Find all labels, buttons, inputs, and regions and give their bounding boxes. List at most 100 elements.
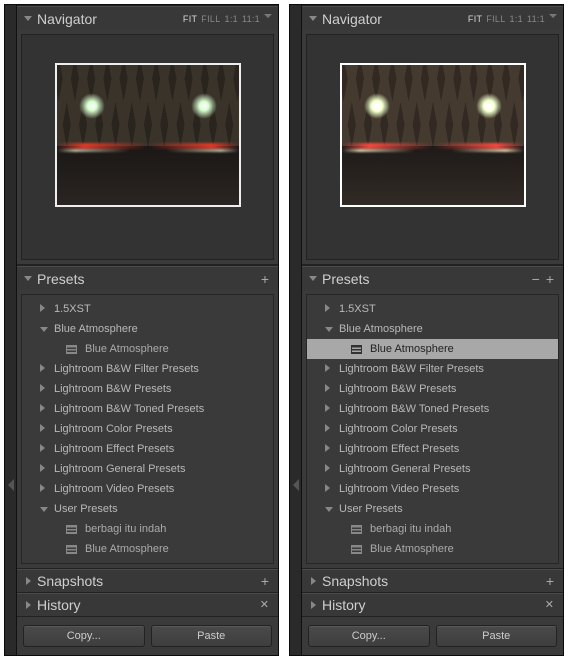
folder-label: Blue Atmosphere bbox=[335, 323, 423, 335]
chevron-down-icon[interactable] bbox=[264, 14, 272, 18]
folder-label: Lightroom Color Presets bbox=[335, 423, 458, 435]
preset-item[interactable]: Blue Atmosphere bbox=[307, 339, 558, 359]
chevron-right-icon bbox=[325, 484, 335, 494]
preset-folder[interactable]: Lightroom Video Presets bbox=[307, 479, 558, 499]
disclosure-icon bbox=[23, 276, 33, 281]
preset-folder[interactable]: Lightroom B&W Presets bbox=[307, 379, 558, 399]
folder-label: Lightroom Effect Presets bbox=[335, 443, 459, 455]
navigator-preview[interactable] bbox=[21, 34, 274, 260]
disclosure-icon bbox=[23, 577, 33, 585]
chevron-right-icon bbox=[325, 464, 335, 474]
side-rail[interactable] bbox=[290, 5, 302, 655]
preset-label: Blue Atmosphere bbox=[370, 543, 454, 555]
presets-header[interactable]: Presets + bbox=[17, 266, 278, 290]
preset-icon bbox=[66, 345, 77, 354]
preview-thumbnail bbox=[55, 63, 241, 207]
folder-label: Lightroom B&W Presets bbox=[50, 383, 171, 395]
presets-header[interactable]: Presets −+ bbox=[302, 266, 563, 290]
chevron-down-icon[interactable] bbox=[549, 14, 557, 18]
disclosure-icon bbox=[23, 601, 33, 609]
preset-folder[interactable]: Lightroom General Presets bbox=[307, 459, 558, 479]
snapshots-header[interactable]: Snapshots + bbox=[302, 569, 563, 593]
remove-preset-button[interactable]: − bbox=[529, 272, 543, 286]
preset-folder[interactable]: Lightroom Video Presets bbox=[22, 479, 273, 499]
expand-icon bbox=[293, 479, 299, 491]
side-rail[interactable] bbox=[5, 5, 17, 655]
preset-label: Blue Atmosphere bbox=[370, 343, 454, 355]
zoom-mode-11-1[interactable]: 11:1 bbox=[527, 14, 545, 24]
zoom-mode-1-1[interactable]: 1:1 bbox=[225, 14, 238, 24]
history-header[interactable]: History ✕ bbox=[17, 593, 278, 617]
zoom-mode-11-1[interactable]: 11:1 bbox=[242, 14, 260, 24]
navigator-header[interactable]: Navigator FITFILL1:111:1 bbox=[17, 6, 278, 30]
zoom-mode-1-1[interactable]: 1:1 bbox=[510, 14, 523, 24]
paste-button[interactable]: Paste bbox=[151, 625, 273, 647]
disclosure-icon bbox=[308, 276, 318, 281]
preset-folder[interactable]: User Presets bbox=[307, 499, 558, 519]
preset-folder[interactable]: Lightroom Effect Presets bbox=[307, 439, 558, 459]
preset-folder[interactable]: Lightroom Effect Presets bbox=[22, 439, 273, 459]
history-header[interactable]: History ✕ bbox=[302, 593, 563, 617]
chevron-right-icon bbox=[40, 304, 50, 314]
navigator-zoom-modes: FIT FILL 1:1 11:1 bbox=[468, 14, 557, 24]
chevron-down-icon bbox=[40, 324, 50, 334]
preset-item[interactable]: Blue Atmosphere bbox=[307, 539, 558, 559]
expand-icon bbox=[8, 479, 14, 491]
snapshots-header[interactable]: Snapshots + bbox=[17, 569, 278, 593]
preset-icon bbox=[351, 345, 362, 354]
chevron-right-icon bbox=[325, 364, 335, 374]
chevron-right-icon bbox=[325, 384, 335, 394]
zoom-mode-FIT[interactable]: FIT bbox=[468, 14, 482, 24]
disclosure-icon bbox=[308, 16, 318, 21]
preset-folder[interactable]: Lightroom General Presets bbox=[22, 459, 273, 479]
chevron-right-icon bbox=[40, 404, 50, 414]
preset-folder[interactable]: Lightroom B&W Filter Presets bbox=[22, 359, 273, 379]
folder-label: User Presets bbox=[50, 503, 118, 515]
zoom-mode-FILL[interactable]: FILL bbox=[486, 14, 505, 24]
preset-folder[interactable]: Lightroom B&W Presets bbox=[22, 379, 273, 399]
add-preset-button[interactable]: + bbox=[543, 272, 557, 286]
preset-folder[interactable]: 1.5XST bbox=[307, 299, 558, 319]
preset-item[interactable]: berbagi itu indah bbox=[307, 519, 558, 539]
add-snapshot-button[interactable]: + bbox=[258, 574, 272, 588]
disclosure-icon bbox=[308, 577, 318, 585]
folder-label: Lightroom Video Presets bbox=[50, 483, 174, 495]
add-preset-button[interactable]: + bbox=[258, 272, 272, 286]
folder-label: Lightroom B&W Filter Presets bbox=[335, 363, 484, 375]
folder-label: Lightroom B&W Toned Presets bbox=[335, 403, 489, 415]
preset-label: berbagi itu indah bbox=[85, 523, 166, 535]
folder-label: User Presets bbox=[335, 503, 403, 515]
zoom-mode-FIT[interactable]: FIT bbox=[183, 14, 197, 24]
clear-history-button[interactable]: ✕ bbox=[542, 600, 557, 611]
chevron-right-icon bbox=[325, 404, 335, 414]
preset-folder[interactable]: Blue Atmosphere bbox=[307, 319, 558, 339]
preset-folder[interactable]: Blue Atmosphere bbox=[22, 319, 273, 339]
clear-history-button[interactable]: ✕ bbox=[257, 600, 272, 611]
preset-item[interactable]: Blue Atmosphere bbox=[22, 539, 273, 559]
copy-button[interactable]: Copy... bbox=[23, 625, 145, 647]
preset-folder[interactable]: Lightroom B&W Filter Presets bbox=[307, 359, 558, 379]
preset-folder[interactable]: Lightroom B&W Toned Presets bbox=[22, 399, 273, 419]
history-title: History bbox=[33, 597, 257, 613]
chevron-right-icon bbox=[325, 424, 335, 434]
preset-folder[interactable]: User Presets bbox=[22, 499, 273, 519]
preset-icon bbox=[351, 545, 362, 554]
preset-item[interactable]: Blue Atmosphere bbox=[22, 339, 273, 359]
navigator-zoom-modes: FIT FILL 1:1 11:1 bbox=[183, 14, 272, 24]
preset-folder[interactable]: 1.5XST bbox=[22, 299, 273, 319]
folder-label: Lightroom General Presets bbox=[335, 463, 470, 475]
chevron-right-icon bbox=[40, 384, 50, 394]
preset-folder[interactable]: Lightroom Color Presets bbox=[22, 419, 273, 439]
navigator-header[interactable]: Navigator FITFILL1:111:1 bbox=[302, 6, 563, 30]
preset-folder[interactable]: Lightroom B&W Toned Presets bbox=[307, 399, 558, 419]
add-snapshot-button[interactable]: + bbox=[543, 574, 557, 588]
preset-folder[interactable]: Lightroom Color Presets bbox=[307, 419, 558, 439]
preset-item[interactable]: berbagi itu indah bbox=[22, 519, 273, 539]
navigator-preview[interactable] bbox=[306, 34, 559, 260]
copy-button[interactable]: Copy... bbox=[308, 625, 430, 647]
zoom-mode-FILL[interactable]: FILL bbox=[201, 14, 220, 24]
paste-button[interactable]: Paste bbox=[436, 625, 558, 647]
folder-label: Lightroom B&W Presets bbox=[335, 383, 456, 395]
disclosure-icon bbox=[308, 601, 318, 609]
preview-thumbnail bbox=[340, 63, 526, 207]
